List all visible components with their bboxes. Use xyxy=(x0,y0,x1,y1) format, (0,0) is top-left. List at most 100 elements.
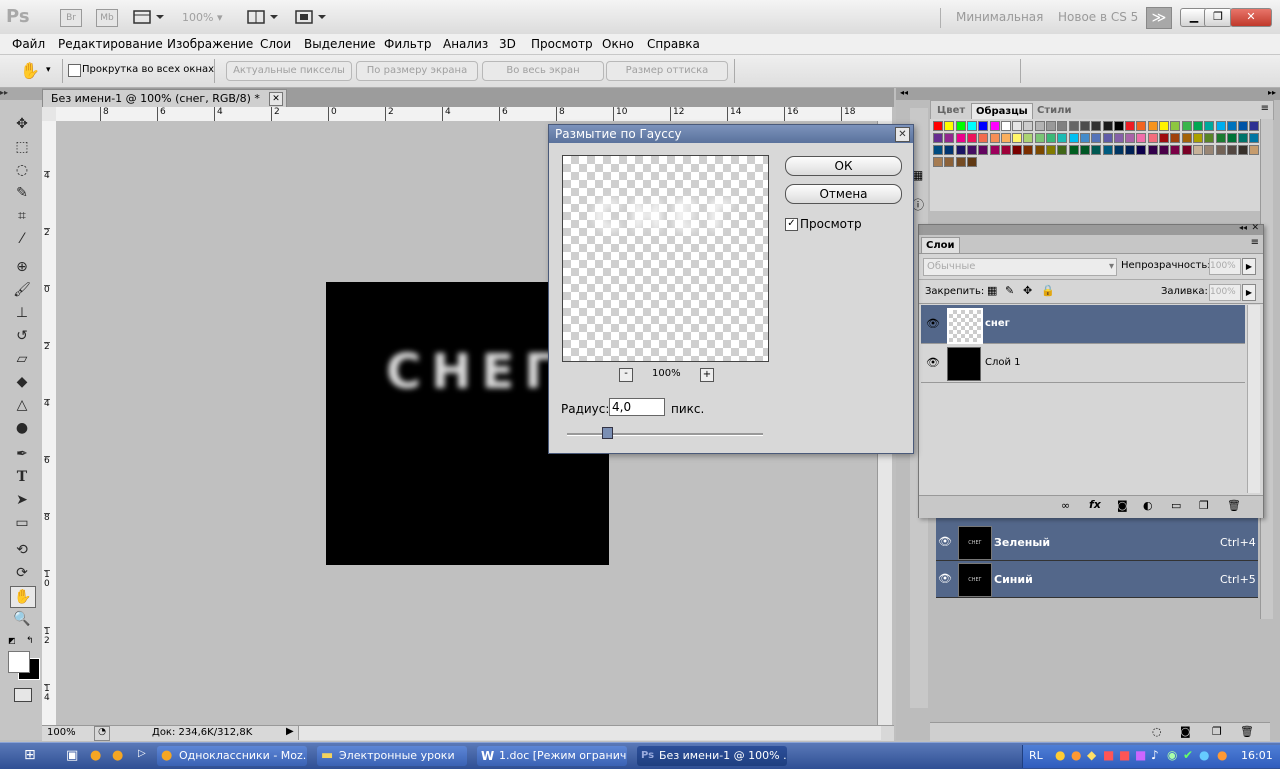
more-workspaces-icon[interactable]: ≫ xyxy=(1146,7,1172,29)
move-tool-icon[interactable]: ✥ xyxy=(10,114,34,134)
clock[interactable]: 16:01 xyxy=(1241,749,1273,762)
print-size-button[interactable]: Размер оттиска xyxy=(606,61,728,81)
opacity-slider-toggle-icon[interactable]: ▶ xyxy=(1242,258,1256,275)
color-swatch[interactable] xyxy=(1023,133,1034,143)
color-swatch[interactable] xyxy=(966,133,977,143)
workspace-minimal[interactable]: Минимальная xyxy=(956,10,1043,24)
layer-row-snow[interactable]: 👁 снег xyxy=(921,305,1245,344)
history-brush-tool-icon[interactable]: ↺ xyxy=(10,326,34,346)
lock-position-icon[interactable]: ✥ xyxy=(1023,284,1032,297)
color-swatch[interactable] xyxy=(989,145,1000,155)
opacity-input[interactable]: 100% xyxy=(1209,258,1241,275)
view-extras-dropdown[interactable] xyxy=(132,9,166,25)
color-swatch[interactable] xyxy=(1159,133,1169,143)
color-swatch[interactable] xyxy=(1000,133,1011,143)
color-swatch[interactable] xyxy=(1159,145,1169,155)
close-icon[interactable]: ✕ xyxy=(1251,223,1259,233)
menu-analysis[interactable]: Анализ xyxy=(443,37,488,51)
color-swatch[interactable] xyxy=(1170,121,1181,131)
taskbar-item-word[interactable]: W 1.doc [Режим огранич... xyxy=(477,746,627,766)
menu-view[interactable]: Просмотр xyxy=(531,37,593,51)
color-swatch[interactable] xyxy=(1102,133,1113,143)
link-layers-icon[interactable]: ∞ xyxy=(1061,499,1070,512)
menu-file[interactable]: Файл xyxy=(12,37,45,51)
color-swatch[interactable] xyxy=(1012,133,1023,143)
lock-transparency-icon[interactable]: ▦ xyxy=(987,284,997,297)
crop-tool-icon[interactable]: ⌗ xyxy=(10,206,34,226)
color-swatch[interactable] xyxy=(955,121,966,131)
dodge-tool-icon[interactable]: ● xyxy=(10,418,34,438)
eye-icon[interactable]: 👁 xyxy=(938,535,952,548)
new-group-icon[interactable]: ▭ xyxy=(1171,499,1181,512)
new-channel-icon[interactable]: ❐ xyxy=(1212,725,1222,738)
add-mask-icon[interactable]: ◙ xyxy=(1117,499,1128,512)
color-swatch[interactable] xyxy=(1249,121,1260,131)
close-icon[interactable]: ✕ xyxy=(895,127,910,142)
color-swatch[interactable] xyxy=(966,145,977,155)
color-swatch[interactable] xyxy=(1023,145,1034,155)
vertical-scrollbar[interactable] xyxy=(1247,305,1260,493)
panel-collapse-icon[interactable]: ◂◂ xyxy=(900,88,908,97)
color-swatch[interactable] xyxy=(966,121,977,131)
color-swatch[interactable] xyxy=(933,133,943,143)
zoom-in-button[interactable]: + xyxy=(700,368,714,382)
color-swatch[interactable] xyxy=(1079,133,1090,143)
color-swatch[interactable] xyxy=(1192,145,1203,155)
color-swatch[interactable] xyxy=(1068,121,1079,131)
document-tab[interactable]: Без имени-1 @ 100% (снег, RGB/8) * ✕ xyxy=(42,89,287,108)
ruler-origin[interactable] xyxy=(42,107,57,122)
color-swatch[interactable] xyxy=(1215,133,1226,143)
tray-app-icon[interactable]: ● xyxy=(1199,748,1209,762)
color-swatch[interactable] xyxy=(1204,145,1215,155)
color-swatch[interactable] xyxy=(1147,121,1158,131)
tray-app-icon[interactable]: ● xyxy=(1055,748,1065,762)
color-swatch[interactable] xyxy=(1136,121,1147,131)
menu-window[interactable]: Окно xyxy=(602,37,634,51)
color-swatch[interactable] xyxy=(1204,133,1215,143)
fill-input[interactable]: 100% xyxy=(1209,284,1241,301)
foreground-color-swatch[interactable] xyxy=(8,651,30,673)
color-swatch[interactable] xyxy=(1204,121,1215,131)
trash-icon[interactable]: 🗑 xyxy=(1240,725,1254,738)
lock-all-icon[interactable]: 🔒 xyxy=(1041,284,1055,297)
layer-row-layer1[interactable]: 👁 Слой 1 xyxy=(921,344,1245,383)
color-swatch[interactable] xyxy=(955,133,966,143)
menu-select[interactable]: Выделение xyxy=(304,37,375,51)
color-swatch[interactable] xyxy=(1079,145,1090,155)
quicklaunch-icon[interactable]: ● xyxy=(90,748,101,763)
color-swatch[interactable] xyxy=(944,145,955,155)
color-swatch[interactable] xyxy=(978,133,989,143)
tab-styles[interactable]: Стили xyxy=(1033,103,1075,118)
eyedropper-tool-icon[interactable]: ⁄ xyxy=(10,229,34,249)
color-swatch[interactable] xyxy=(955,157,966,167)
brush-tool-icon[interactable]: 🖌 xyxy=(10,280,34,300)
dialog-title-bar[interactable]: Размытие по Гауссу ✕ xyxy=(549,125,913,143)
arrange-documents-dropdown[interactable] xyxy=(246,9,280,25)
panel-collapse-icon[interactable]: ▸▸ xyxy=(0,88,42,100)
tray-app-icon[interactable]: ● xyxy=(1071,748,1081,762)
default-colors-icon[interactable]: ◩ xyxy=(8,636,16,645)
zoom-tool-icon[interactable]: 🔍 xyxy=(10,609,34,629)
channel-row-green[interactable]: 👁 СНЕГ Зеленый Ctrl+4 xyxy=(936,524,1258,561)
eraser-tool-icon[interactable]: ▱ xyxy=(10,349,34,369)
clone-stamp-tool-icon[interactable]: ⊥ xyxy=(10,303,34,323)
blur-tool-icon[interactable]: △ xyxy=(10,395,34,415)
show-desktop-icon[interactable]: ▣ xyxy=(66,748,78,763)
lock-image-icon[interactable]: ✎ xyxy=(1005,284,1014,297)
shield-icon[interactable]: ◆ xyxy=(1087,748,1096,762)
color-swatch[interactable] xyxy=(1012,121,1023,131)
fill-screen-button[interactable]: Во весь экран xyxy=(482,61,604,81)
color-swatch[interactable] xyxy=(1057,145,1068,155)
menu-image[interactable]: Изображение xyxy=(167,37,253,51)
pen-tool-icon[interactable]: ✒ xyxy=(10,444,34,464)
color-swatch[interactable] xyxy=(944,133,955,143)
color-swatch[interactable] xyxy=(1136,145,1147,155)
color-swatch[interactable] xyxy=(1238,145,1249,155)
layers-panel-drag-bar[interactable]: ◂◂ ✕ xyxy=(919,223,1263,235)
color-swatch[interactable] xyxy=(1046,145,1056,155)
quicklaunch-expand-icon[interactable]: ▷ xyxy=(138,748,146,759)
color-swatch[interactable] xyxy=(1125,133,1136,143)
3d-rotate-tool-icon[interactable]: ⟲ xyxy=(10,540,34,560)
color-swatch[interactable] xyxy=(933,157,943,167)
quick-selection-tool-icon[interactable]: ✎ xyxy=(10,183,34,203)
